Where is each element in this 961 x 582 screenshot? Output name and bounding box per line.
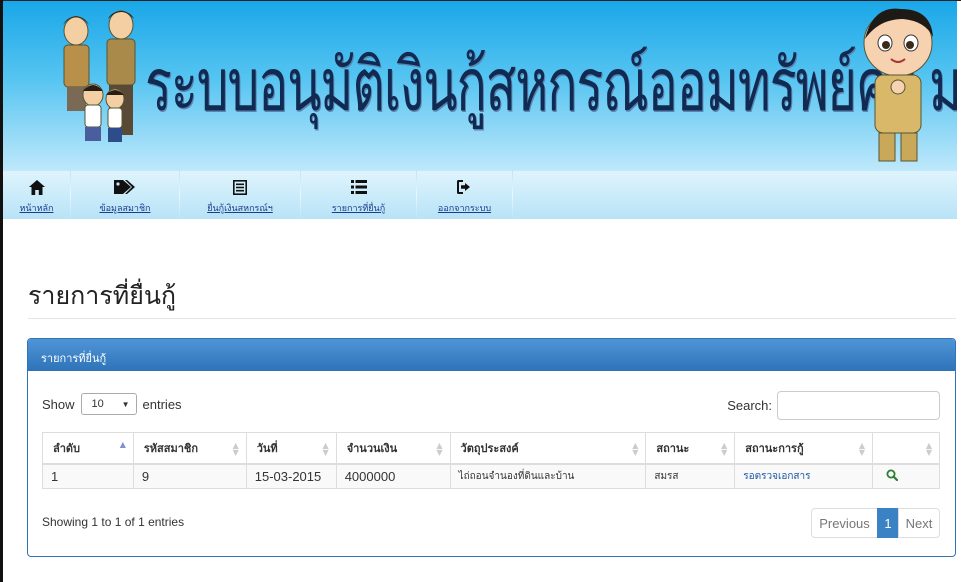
search-control: Search:: [727, 391, 940, 420]
table-row: 1 9 15-03-2015 4000000 ไถ่ถอนจำนองที่ดิน…: [42, 463, 940, 489]
list-icon: [350, 176, 367, 198]
nav-label-member-info: ข้อมูลสมาชิก: [99, 204, 151, 214]
col-header-status[interactable]: สถานะ ▲ ▼: [645, 432, 736, 465]
length-value: 10: [91, 398, 104, 410]
cell-purpose: ไถ่ถอนจำนองที่ดินและบ้าน: [449, 463, 647, 489]
nav-label-apply-loan: ยื่นกู้เงินสหกรณ์ฯ: [207, 204, 273, 214]
search-input[interactable]: [777, 391, 940, 420]
cell-no: 1: [42, 463, 134, 489]
cell-member-id: 9: [132, 463, 247, 489]
cell-loan-status: รอตรวจเอกสาร: [734, 463, 874, 489]
sort-both-icon: ▲ ▼: [322, 441, 329, 457]
nav-separator: [512, 171, 513, 219]
tags-icon: [114, 176, 136, 198]
main-nav: หน้าหลัก ข้อมูลสมาชิก ยื่นกู้เงินสหกรณ์ฯ…: [3, 171, 957, 219]
col-header-date[interactable]: วันที่ ▲ ▼: [245, 432, 337, 465]
nav-item-apply-loan[interactable]: ยื่นกู้เงินสหกรณ์ฯ: [180, 171, 300, 219]
search-label: Search:: [727, 398, 772, 413]
entries-length-select[interactable]: 10 ▼: [80, 393, 137, 415]
banner-title: ระบบอนุมัติเงินกู้สหกรณ์ออมทรัพย์ครู มหา…: [145, 43, 957, 128]
sort-both-icon: ▲ ▼: [232, 441, 239, 457]
sort-asc-icon: ▲: [119, 440, 126, 449]
previous-page-button[interactable]: Previous: [811, 508, 878, 538]
cell-status: สมรส: [645, 463, 736, 489]
page-title: รายการที่ยื่นกู้: [28, 281, 177, 310]
nav-item-logout[interactable]: ออกจากระบบ: [417, 171, 512, 219]
nav-label-home: หน้าหลัก: [19, 204, 54, 214]
table-controls: Show 10 ▼ entries Search:: [28, 371, 955, 425]
sort-both-icon: ▲ ▼: [858, 441, 866, 457]
col-header-no[interactable]: ลำดับ ▲: [42, 432, 134, 465]
title-divider: [28, 318, 956, 319]
nav-item-member-info[interactable]: ข้อมูลสมาชิก: [71, 171, 179, 219]
teachers-illustration: [63, 10, 136, 142]
sort-both-icon: ▲ ▼: [632, 441, 639, 457]
log-out-icon: [457, 176, 472, 198]
col-header-amount[interactable]: จำนวนเงิน ▲ ▼: [335, 432, 451, 465]
nav-label-loan-list: รายการที่ยื่นกู้: [331, 204, 386, 214]
cell-action: [872, 463, 940, 489]
site-banner: ระบบอนุมัติเงินกู้สหกรณ์ออมทรัพย์ครู มหา…: [3, 1, 957, 171]
list-alt-icon: [233, 176, 247, 198]
mascot-illustration: [863, 8, 933, 162]
caret-down-icon: ▼: [121, 399, 130, 409]
cell-amount: 4000000: [335, 463, 451, 489]
length-control: Show 10 ▼ entries: [42, 393, 182, 415]
entries-label: entries: [142, 396, 182, 412]
col-header-action[interactable]: ▲ ▼: [872, 432, 940, 465]
loan-table: ลำดับ ▲ รหัสสมาชิก ▲ ▼ วันที่ ▲ ▼ จำนวนเงิน ▲ ▼…: [42, 432, 940, 489]
show-label: Show: [42, 396, 75, 412]
col-header-member-id[interactable]: รหัสสมาชิก ▲ ▼: [132, 432, 247, 465]
search-icon[interactable]: [886, 469, 899, 484]
nav-item-home[interactable]: หน้าหลัก: [3, 171, 70, 219]
nav-label-logout: ออกจากระบบ: [437, 204, 492, 214]
loan-list-panel: รายการที่ยื่นกู้ Show 10 ▼ entries Searc…: [27, 338, 956, 557]
table-info: Showing 1 to 1 of 1 entries: [42, 515, 185, 529]
next-page-button[interactable]: Next: [898, 508, 940, 538]
sort-both-icon: ▲ ▼: [721, 441, 728, 457]
panel-heading: รายการที่ยื่นกู้: [28, 339, 955, 371]
table-header-row: ลำดับ ▲ รหัสสมาชิก ▲ ▼ วันที่ ▲ ▼ จำนวนเงิน ▲ ▼…: [42, 432, 940, 465]
pagination: Previous 1 Next: [811, 508, 940, 538]
nav-item-loan-list[interactable]: รายการที่ยื่นกู้: [301, 171, 416, 219]
home-icon: [28, 176, 45, 198]
loan-status-link[interactable]: รอตรวจเอกสาร: [743, 471, 810, 482]
cell-date: 15-03-2015: [245, 463, 337, 489]
page-1-button[interactable]: 1: [877, 508, 899, 538]
sort-both-icon: ▲ ▼: [925, 441, 932, 457]
sort-both-icon: ▲ ▼: [436, 441, 443, 457]
col-header-purpose[interactable]: วัตถุประสงค์ ▲ ▼: [449, 432, 647, 465]
col-header-loan-status[interactable]: สถานะการกู้ ▲ ▼: [734, 432, 874, 465]
